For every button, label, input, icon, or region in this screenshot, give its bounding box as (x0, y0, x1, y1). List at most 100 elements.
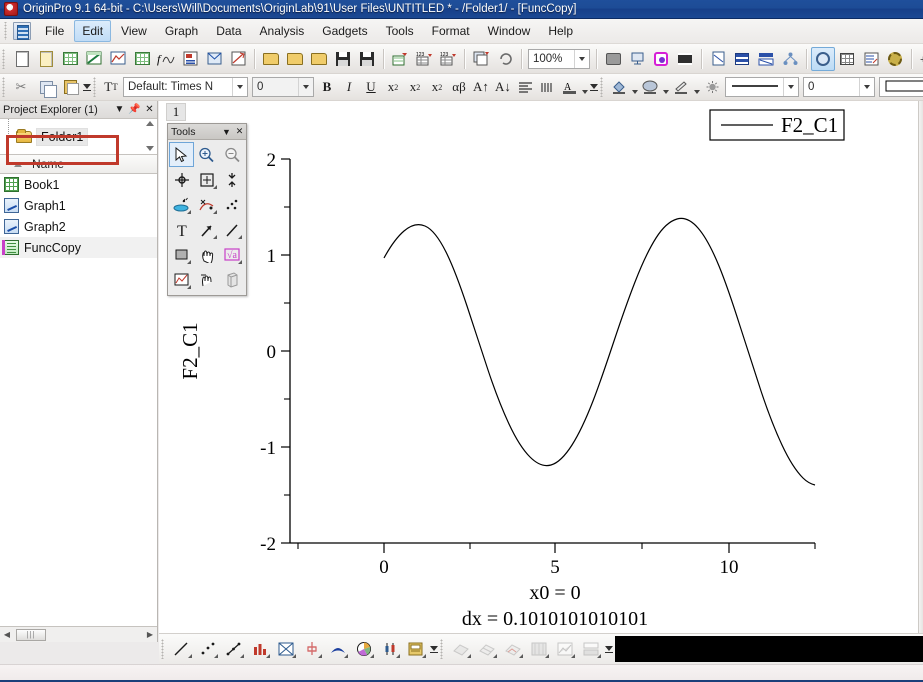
data-reader-tool-icon[interactable] (194, 167, 219, 192)
area-plot-icon[interactable] (325, 636, 351, 662)
pointer-tool-icon[interactable] (169, 142, 195, 167)
toolbar-grip[interactable] (600, 77, 606, 97)
new-layout-icon[interactable] (178, 47, 202, 71)
draw-data-tool-icon[interactable] (220, 192, 245, 217)
list-item-graph1[interactable]: Graph1 (0, 195, 157, 216)
data-selector-tool-icon[interactable] (220, 167, 245, 192)
toolbar-grip[interactable] (2, 77, 8, 97)
project-explorer-column-header[interactable]: Name (0, 155, 157, 174)
sort-ascending-icon[interactable] (14, 161, 22, 167)
scroll-down-icon[interactable] (145, 146, 154, 151)
new-layout-window-icon[interactable] (706, 47, 730, 71)
profile-icon[interactable] (578, 636, 604, 662)
scrollbar-thumb[interactable]: ||| (16, 628, 46, 641)
tree-item-folder1[interactable]: Folder1 (0, 127, 89, 146)
menu-item-gadgets[interactable]: Gadgets (314, 20, 375, 42)
import-wizard-icon[interactable] (388, 47, 412, 71)
script-window-icon[interactable] (859, 47, 883, 71)
increase-font-icon[interactable]: A↑ (470, 76, 492, 98)
regional-mask-tool-icon[interactable] (169, 192, 194, 217)
line-tool-icon[interactable] (220, 217, 245, 242)
menu-item-graph[interactable]: Graph (157, 20, 206, 42)
stack-plot-icon[interactable] (403, 636, 429, 662)
line-symbol-plot-icon[interactable] (221, 636, 247, 662)
bottom-overflow-icon[interactable] (429, 637, 438, 661)
save-project-icon[interactable] (331, 47, 355, 71)
scatter-plot-icon[interactable] (195, 636, 221, 662)
menu-item-file[interactable]: File (37, 20, 72, 42)
super-subscript-icon[interactable]: x2 (426, 76, 448, 98)
menu-item-data[interactable]: Data (208, 20, 249, 42)
project-explorer-icon[interactable] (811, 46, 835, 71)
toolbar-grip[interactable] (440, 639, 446, 659)
results-log-icon[interactable] (835, 47, 859, 71)
underline-icon[interactable]: U (360, 76, 382, 98)
list-item-graph2[interactable]: Graph2 (0, 216, 157, 237)
menu-item-edit[interactable]: Edit (74, 20, 112, 42)
3d-scatter-icon[interactable] (273, 636, 299, 662)
zoom-combo[interactable]: 100% (528, 48, 590, 69)
new-notes-icon[interactable] (202, 47, 226, 71)
line-plot-icon[interactable] (169, 636, 195, 662)
cut-icon[interactable]: ✂ (10, 75, 34, 99)
graph-layer-badge[interactable]: 1 (166, 103, 186, 121)
chevron-down-icon[interactable] (661, 76, 670, 98)
superscript-icon[interactable]: x2 (382, 76, 404, 98)
list-item-funccopy[interactable]: FuncCopy (0, 237, 157, 258)
screen-reader-tool-icon[interactable] (169, 167, 194, 192)
new-folder-icon[interactable] (34, 47, 58, 71)
chevron-down-icon[interactable] (232, 78, 247, 96)
zoom-out-tool-icon[interactable] (220, 142, 245, 167)
italic-icon[interactable]: I (338, 76, 360, 98)
box-chart-icon[interactable] (299, 636, 325, 662)
menu-item-window[interactable]: Window (480, 20, 539, 42)
merge-graph-icon[interactable] (754, 47, 778, 71)
import-multiple-ascii-icon[interactable]: 123 (436, 47, 460, 71)
zoom-in-tool-icon[interactable] (194, 142, 219, 167)
new-function-icon[interactable] (226, 47, 250, 71)
align-icon[interactable] (514, 76, 536, 98)
video-builder-icon[interactable] (673, 47, 697, 71)
graph-window-funccopy[interactable]: 2 1 0 -1 -2 F2_C1 0 5 10 F2_C1 x0 = 0 dx… (159, 101, 923, 642)
graph-plot[interactable]: 2 1 0 -1 -2 F2_C1 0 5 10 F2_C1 x0 = 0 dx… (159, 101, 923, 642)
save-template-icon[interactable] (355, 47, 379, 71)
chevron-down-icon[interactable] (580, 76, 589, 98)
layer-management-icon[interactable] (730, 47, 754, 71)
edit-overflow-icon[interactable] (82, 75, 91, 99)
equation-tool-icon[interactable]: √a (220, 242, 245, 267)
format-overflow-icon[interactable] (589, 75, 598, 99)
line-color-icon[interactable] (670, 76, 692, 98)
chevron-down-icon[interactable] (298, 78, 313, 96)
scroll-left-icon[interactable]: ◀ (0, 628, 14, 642)
paste-icon[interactable] (58, 75, 82, 99)
extract-graph-icon[interactable] (778, 47, 802, 71)
duplicate-icon[interactable] (469, 47, 493, 71)
copy-icon[interactable] (34, 75, 58, 99)
decrease-font-icon[interactable]: A↓ (492, 76, 514, 98)
tree-scroll-buttons[interactable] (143, 121, 156, 151)
palette-icon[interactable] (639, 76, 661, 98)
menu-item-format[interactable]: Format (424, 20, 478, 42)
new-matrix-icon[interactable] (130, 47, 154, 71)
refresh-icon[interactable] (493, 47, 517, 71)
chevron-down-icon[interactable] (692, 76, 701, 98)
bottom-overflow-icon-2[interactable] (604, 637, 613, 661)
toolbar-grip[interactable] (2, 48, 8, 69)
chevron-down-icon[interactable] (859, 78, 874, 96)
3d-bar-icon[interactable] (500, 636, 526, 662)
new-excel-icon[interactable] (82, 47, 106, 71)
close-icon[interactable]: ✕ (142, 102, 157, 117)
import-single-ascii-icon[interactable]: 123 (412, 47, 436, 71)
tools-palette-header[interactable]: Tools ▼ ✕ (168, 124, 246, 140)
toolbar-grip[interactable] (161, 639, 167, 659)
subscript-icon[interactable]: x2 (404, 76, 426, 98)
new-function-plot-icon[interactable]: f (154, 47, 178, 71)
pie-chart-icon[interactable] (351, 636, 377, 662)
list-item-book1[interactable]: Book1 (0, 174, 157, 195)
3d-surface-icon[interactable] (448, 636, 474, 662)
project-explorer-hscrollbar[interactable]: ◀ ||| ▶ (0, 626, 157, 642)
line-width-combo[interactable]: 0 (803, 77, 875, 97)
regional-data-selector-icon[interactable] (194, 192, 219, 217)
toolbar-grip[interactable] (93, 77, 99, 97)
menu-item-analysis[interactable]: Analysis (252, 20, 313, 42)
